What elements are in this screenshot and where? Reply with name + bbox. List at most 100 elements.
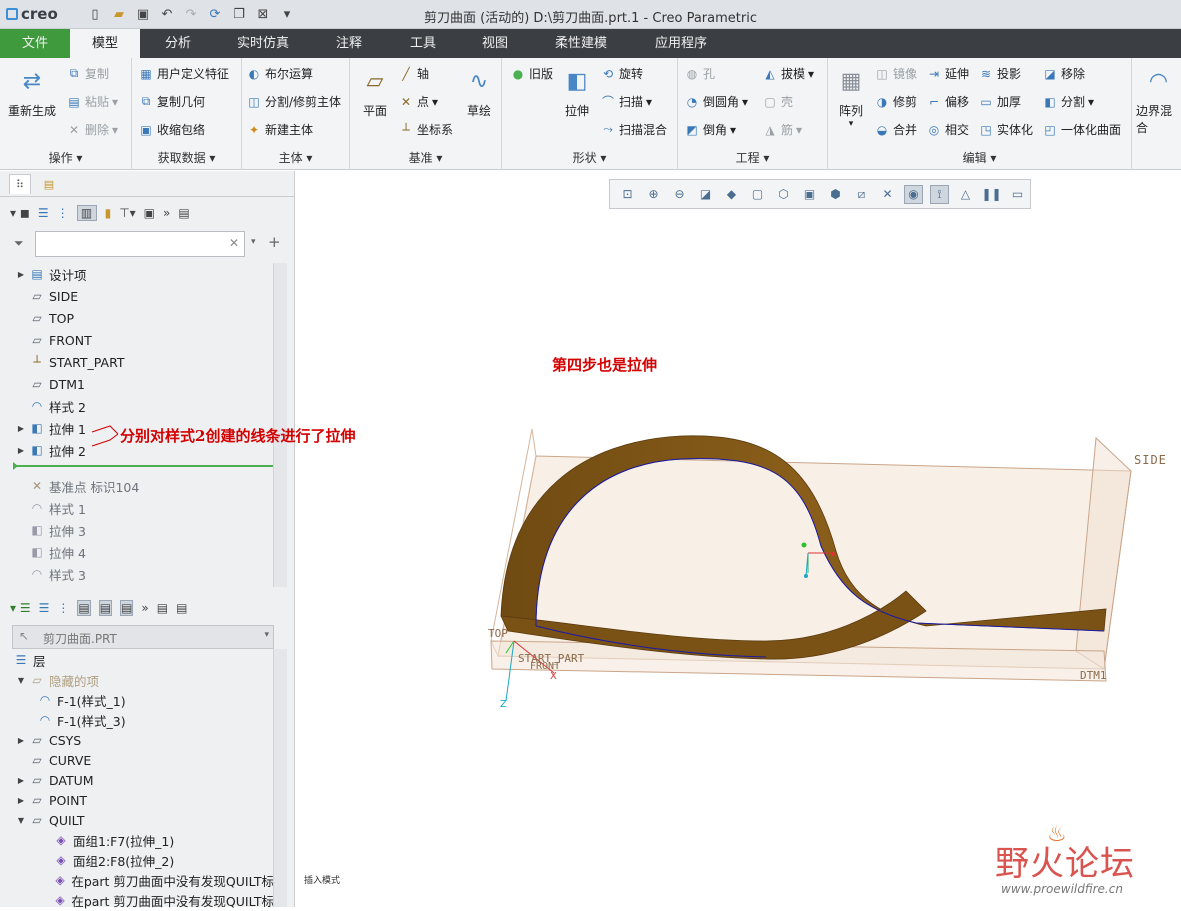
tree-item-extrude-3[interactable]: ◧ 拉伸 3 <box>14 519 86 541</box>
new-body-button[interactable]: ✦ 新建主体 <box>246 121 313 138</box>
layer-detail-icon[interactable]: ▤ <box>157 601 168 615</box>
extend-button[interactable]: ⇥ 延伸 <box>926 65 969 82</box>
layer-csys[interactable]: ▶ ▱ CSYS <box>14 729 81 751</box>
tree-item-front[interactable]: ▱ FRONT <box>14 329 91 351</box>
remove-button[interactable]: ◪ 移除 <box>1042 65 1085 82</box>
collapse-arrow-icon[interactable]: ▼ <box>14 676 28 685</box>
split-button[interactable]: ◧ 分割 ▾ <box>1042 93 1094 110</box>
copy-geometry-button[interactable]: ⧉ 复制几何 <box>138 93 205 110</box>
filter-dropdown-icon[interactable]: ▾ <box>251 237 256 247</box>
shrinkwrap-button[interactable]: ▣ 收缩包络 <box>138 121 205 138</box>
rib-button[interactable]: ◮ 筋 ▾ <box>762 121 802 138</box>
regenerate-button[interactable]: ⇄ 重新生成 <box>8 64 56 119</box>
model-tree-menu-icon[interactable]: ▾ ◼ <box>10 206 30 220</box>
tree-item-extrude-4[interactable]: ◧ 拉伸 4 <box>14 541 86 563</box>
tree-filter-input[interactable]: ✕ <box>35 231 245 257</box>
axis-button[interactable]: ╱ 轴 <box>398 65 429 82</box>
expand-arrow-icon[interactable]: ▶ <box>14 796 28 805</box>
delete-button[interactable]: ✕ 删除 ▾ <box>66 121 118 138</box>
layer-item-f1-style1[interactable]: ◠ F-1(样式_1) <box>36 689 126 711</box>
split-trim-body-button[interactable]: ◫ 分割/修剪主体 <box>246 93 341 110</box>
tab-flexible-modeling[interactable]: 柔性建模 <box>540 29 622 58</box>
solidify-button[interactable]: ◳ 实体化 <box>978 121 1033 138</box>
unify-surface-button[interactable]: ◰ 一体化曲面 <box>1042 121 1121 138</box>
chamfer-button[interactable]: ◩ 倒角 ▾ <box>684 121 736 138</box>
mirror-button[interactable]: ◫ 镜像 <box>874 65 917 82</box>
layer-hidden-items[interactable]: ▼ ▱ 隐藏的项 <box>14 669 99 691</box>
tree-item-datum-point-104[interactable]: ✕ 基准点 标识104 <box>14 475 139 497</box>
show-icon[interactable]: ▣ <box>144 206 155 220</box>
layer-collapse-icon[interactable]: ⋮ <box>57 601 69 615</box>
revolve-button[interactable]: ⟲ 旋转 <box>600 65 643 82</box>
clear-filter-icon[interactable]: ✕ <box>229 236 239 250</box>
legacy-button[interactable]: ● 旧版 <box>510 65 553 82</box>
tab-file[interactable]: 文件 <box>0 29 70 58</box>
project-button[interactable]: ≋ 投影 <box>978 65 1021 82</box>
tree-item-style-2[interactable]: ◠ 样式 2 <box>14 395 86 417</box>
tree-item-design-items[interactable]: ▶ ▤ 设计项 <box>14 263 87 285</box>
graphics-window[interactable]: ⊡ ⊕ ⊖ ◪ ◆ ▢ ⬡ ▣ ⬢ ⧄ ✕ ◉ ⟟ △ ❚❚ ▭ SIDE TO… <box>296 171 1181 907</box>
layer-root[interactable]: ☰ 层 <box>12 649 46 671</box>
expand-arrow-icon[interactable]: ▶ <box>14 776 28 785</box>
group-title-get-data[interactable]: 获取数据 ▾ <box>132 149 241 166</box>
group-title-editing[interactable]: 编辑 ▾ <box>828 149 1131 166</box>
round-button[interactable]: ◔ 倒圆角 ▾ <box>684 93 748 110</box>
folder-browser-tab-icon[interactable]: ▤ <box>38 174 60 194</box>
layer-show-icon[interactable]: ▤ <box>77 600 91 616</box>
tab-tools[interactable]: 工具 <box>390 29 456 58</box>
layer-settings-icon[interactable]: ▤ <box>120 600 134 616</box>
sketch-button[interactable]: ∿ 草绘 <box>462 64 496 119</box>
group-title-engineering[interactable]: 工程 ▾ <box>678 149 827 166</box>
detail-icon[interactable]: ▤ <box>178 206 189 220</box>
layer-props-icon[interactable]: ▤ <box>98 600 113 616</box>
tree-item-extrude-2[interactable]: ▶ ◧ 拉伸 2 <box>14 439 86 461</box>
group-title-body[interactable]: 主体 ▾ <box>242 149 349 166</box>
udf-button[interactable]: ▦ 用户定义特征 <box>138 65 229 82</box>
hole-button[interactable]: ◍ 孔 <box>684 65 715 82</box>
layer-info-icon[interactable]: ▤ <box>176 601 187 615</box>
model-tree-tab-icon[interactable]: ⠷ <box>9 174 31 194</box>
tree-item-top[interactable]: ▱ TOP <box>14 307 74 329</box>
tree-columns-icon[interactable]: ▥ <box>76 205 97 221</box>
expand-arrow-icon[interactable]: ▶ <box>14 424 28 433</box>
tree-collapse-icon[interactable]: ⋮ <box>57 206 69 220</box>
swept-blend-button[interactable]: ⤳ 扫描混合 <box>600 121 667 138</box>
active-layer-model-select[interactable]: ↖ 剪刀曲面.PRT ▾ <box>12 625 274 649</box>
add-filter-icon[interactable]: + <box>268 233 281 251</box>
insert-here-marker[interactable] <box>13 462 274 470</box>
tab-model[interactable]: 模型 <box>70 29 140 58</box>
intersect-button[interactable]: ◎ 相交 <box>926 121 969 138</box>
group-title-operations[interactable]: 操作 ▾ <box>0 149 131 166</box>
csys-button[interactable]: ┴ 坐标系 <box>398 121 453 138</box>
tree-item-extrude-1[interactable]: ▶ ◧ 拉伸 1 <box>14 417 86 439</box>
sweep-button[interactable]: ⌒ 扫描 ▾ <box>600 93 652 110</box>
more-icon[interactable]: » <box>163 206 170 220</box>
layer-quilt[interactable]: ▼ ▱ QUILT <box>14 809 85 831</box>
extrude-button[interactable]: ◧ 拉伸 <box>560 64 594 119</box>
layer-datum[interactable]: ▶ ▱ DATUM <box>14 769 94 791</box>
boolean-button[interactable]: ◐ 布尔运算 <box>246 65 313 82</box>
group-title-datum[interactable]: 基准 ▾ <box>350 149 501 166</box>
plane-button[interactable]: ▱ 平面 <box>358 64 392 119</box>
layer-expand-icon[interactable]: ☰ <box>39 601 50 615</box>
layer-item-quilt-missing-1[interactable]: ◈ 在part 剪刀曲面中没有发现QUILT标 <box>52 869 274 891</box>
more-icon[interactable]: » <box>141 601 148 615</box>
collapse-arrow-icon[interactable]: ▼ <box>14 816 28 825</box>
thicken-button[interactable]: ▭ 加厚 <box>978 93 1021 110</box>
layer-item-quilt1[interactable]: ◈ 面组1:F7(拉伸_1) <box>52 829 174 851</box>
copy-button[interactable]: ⧉ 复制 <box>66 65 109 82</box>
tab-analysis[interactable]: 分析 <box>143 29 213 58</box>
shell-button[interactable]: ▢ 壳 <box>762 93 793 110</box>
boundary-blend-button[interactable]: ◠ 边界混合 <box>1136 64 1181 136</box>
tab-applications[interactable]: 应用程序 <box>640 29 722 58</box>
draft-button[interactable]: ◭ 拔模 ▾ <box>762 65 814 82</box>
tree-item-style-1[interactable]: ◠ 样式 1 <box>14 497 86 519</box>
tree-item-side[interactable]: ▱ SIDE <box>14 285 78 307</box>
merge-button[interactable]: ◒ 合并 <box>874 121 917 138</box>
point-button[interactable]: ✕ 点 ▾ <box>398 93 438 110</box>
tree-settings-icon[interactable]: ⊤▾ <box>119 206 135 220</box>
layer-tree-scrollbar[interactable] <box>273 649 287 907</box>
layer-point[interactable]: ▶ ▱ POINT <box>14 789 87 811</box>
tree-item-dtm1[interactable]: ▱ DTM1 <box>14 373 85 395</box>
pattern-button[interactable]: ▦ 阵列 ▾ <box>834 64 868 130</box>
